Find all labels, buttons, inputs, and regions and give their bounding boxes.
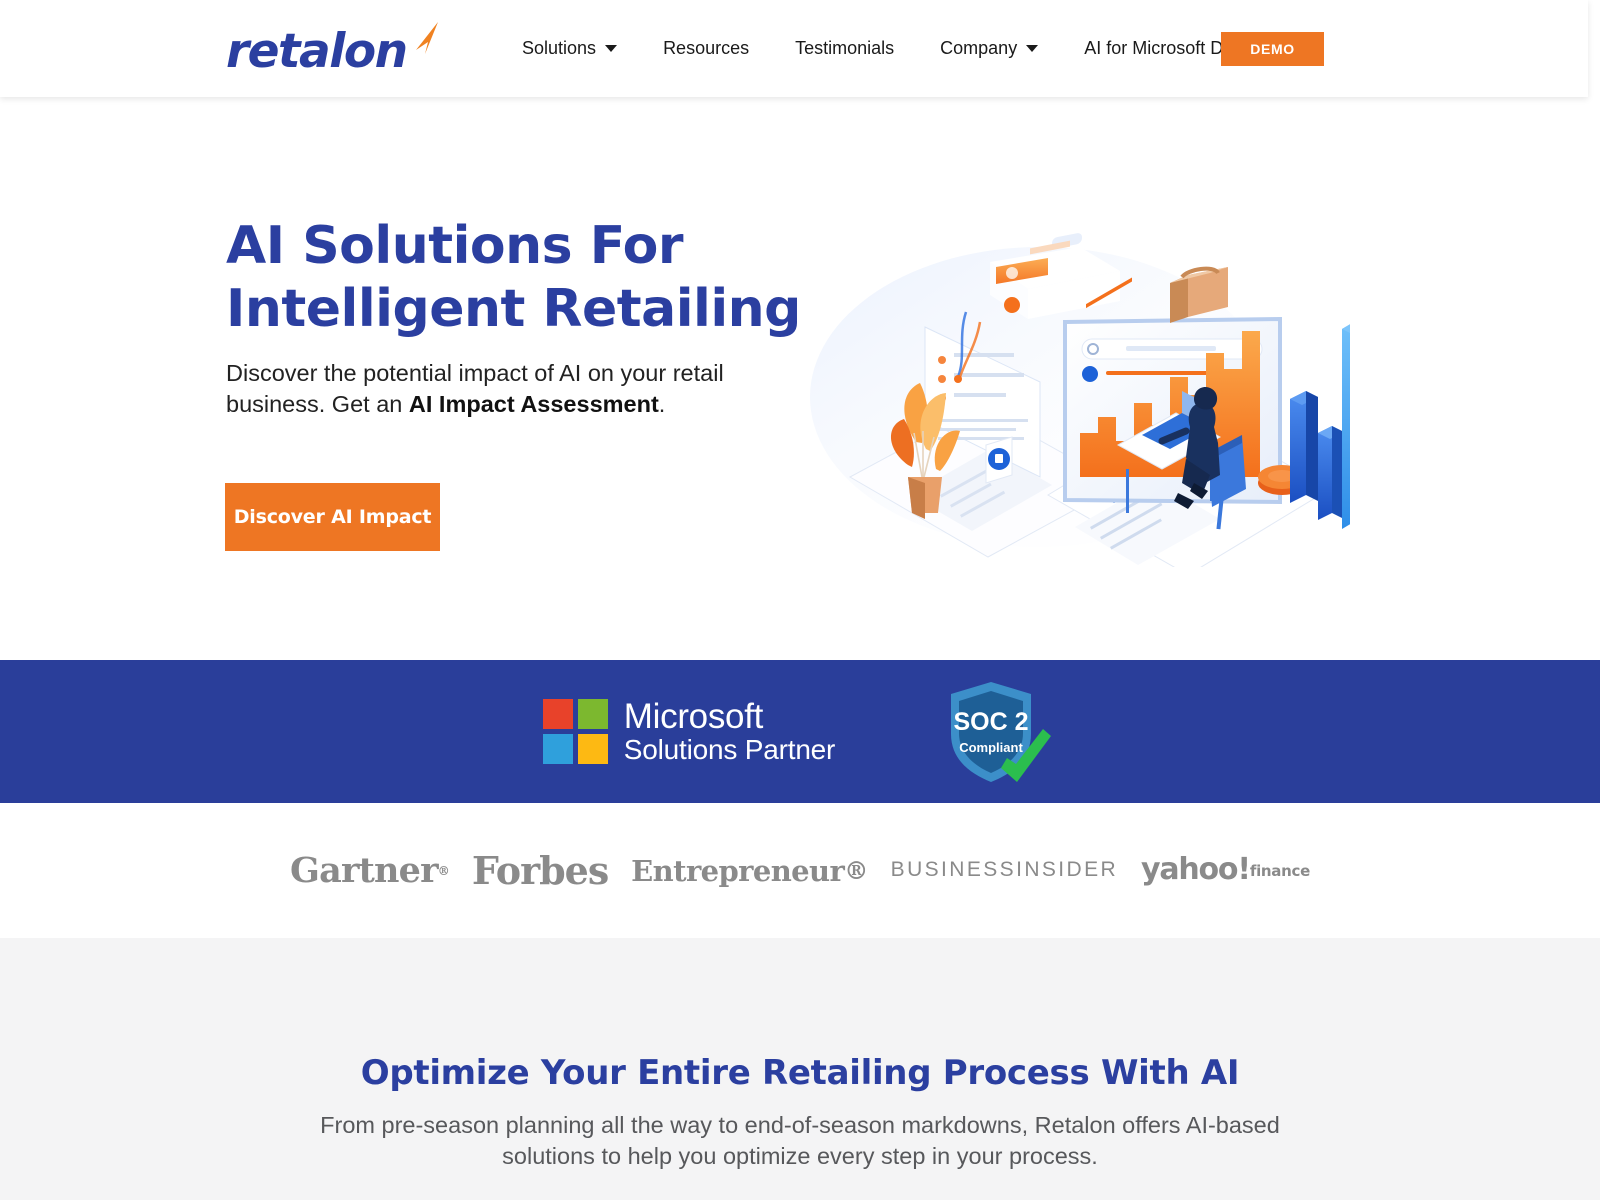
hero-subtitle: Discover the potential impact of AI on y… (226, 358, 766, 421)
discover-ai-impact-button[interactable]: Discover AI Impact (225, 483, 440, 551)
microsoft-label: Microsoft (623, 696, 764, 736)
registered-mark: ® (437, 863, 450, 878)
ms-square-blue (542, 733, 573, 764)
nav-label: Testimonials (795, 38, 895, 58)
main-navigation: Solutions Resources Testimonials Company… (522, 0, 1253, 97)
nav-item-solutions[interactable]: Solutions (522, 38, 618, 59)
hero-title-line-2: Intelligent Retailing (226, 278, 801, 339)
press-logo-entrepreneur: Entrepreneur ® (631, 854, 868, 888)
ms-square-green (577, 698, 608, 729)
logo-wordmark: retalon (226, 24, 408, 79)
yahoo-label: yahoo! (1140, 852, 1251, 888)
insider-label: INSIDER (1016, 858, 1119, 882)
retalon-logo[interactable]: retalon (226, 22, 438, 78)
nav-item-resources[interactable]: Resources (663, 38, 749, 59)
microsoft-squares-icon (542, 698, 608, 764)
nav-label: Company (940, 38, 1018, 58)
finance-label: finance (1249, 862, 1310, 881)
optimize-title: Optimize Your Entire Retailing Process W… (360, 1053, 1240, 1093)
landing-page: retalon Solutions Resources Testimonials… (0, 0, 1600, 1200)
microsoft-solutions-partner-logo: Microsoft Solutions Partner (542, 696, 836, 766)
shield-icon: SOC 2 Compliant (951, 681, 1052, 782)
demo-button[interactable]: DEMO (1221, 32, 1324, 66)
press-logo-business-insider: BUSINESS INSIDER (891, 858, 1118, 883)
gartner-label: Gartner (290, 850, 439, 891)
partner-banner: Microsoft Solutions Partner SOC 2 Compli… (0, 660, 1600, 803)
site-header: retalon Solutions Resources Testimonials… (0, 0, 1588, 97)
solutions-partner-label: Solutions Partner (623, 734, 836, 766)
soc2-compliant-badge: SOC 2 Compliant (939, 678, 1057, 786)
ms-square-red (542, 698, 573, 729)
optimize-section: Optimize Your Entire Retailing Process W… (0, 938, 1600, 1200)
hero-title: AI Solutions For Intelligent Retailing (226, 215, 846, 341)
nav-label: Solutions (522, 38, 597, 58)
nav-item-company[interactable]: Company (940, 38, 1039, 59)
press-logo-yahoo-finance: yahoo! finance (1140, 852, 1310, 888)
hero-illustration (810, 233, 1350, 567)
orange-arrow-icon (416, 22, 438, 54)
registered-mark: ® (844, 856, 868, 885)
entrepreneur-label: Entrepreneur (631, 853, 845, 888)
forbes-label: Forbes (471, 848, 609, 893)
soc-title-text: SOC 2 (954, 708, 1029, 736)
press-logo-forbes: Forbes (471, 848, 609, 893)
optimize-subtitle: From pre-season planning all the way to … (320, 1112, 1280, 1170)
ms-square-yellow (577, 733, 608, 764)
nav-item-testimonials[interactable]: Testimonials (795, 38, 894, 59)
chevron-down-icon (605, 45, 618, 52)
business-label: BUSINESS (890, 858, 1017, 882)
microsoft-logo-text: Microsoft Solutions Partner (623, 696, 836, 766)
svg-text:Compliant: Compliant (959, 740, 1023, 755)
hero-subtitle-emphasis: AI Impact Assessment (408, 391, 659, 418)
hero-title-line-1: AI Solutions For (226, 216, 683, 276)
press-logo-gartner: Gartner ® (290, 850, 450, 891)
hero-section: AI Solutions For Intelligent Retailing D… (0, 97, 1600, 660)
hero-subtitle-period: . (658, 391, 666, 418)
press-logos-row: Gartner ® Forbes Entrepreneur ® BUSINESS I… (0, 803, 1600, 938)
nav-label: Resources (663, 38, 750, 58)
chevron-down-icon (1026, 45, 1039, 52)
